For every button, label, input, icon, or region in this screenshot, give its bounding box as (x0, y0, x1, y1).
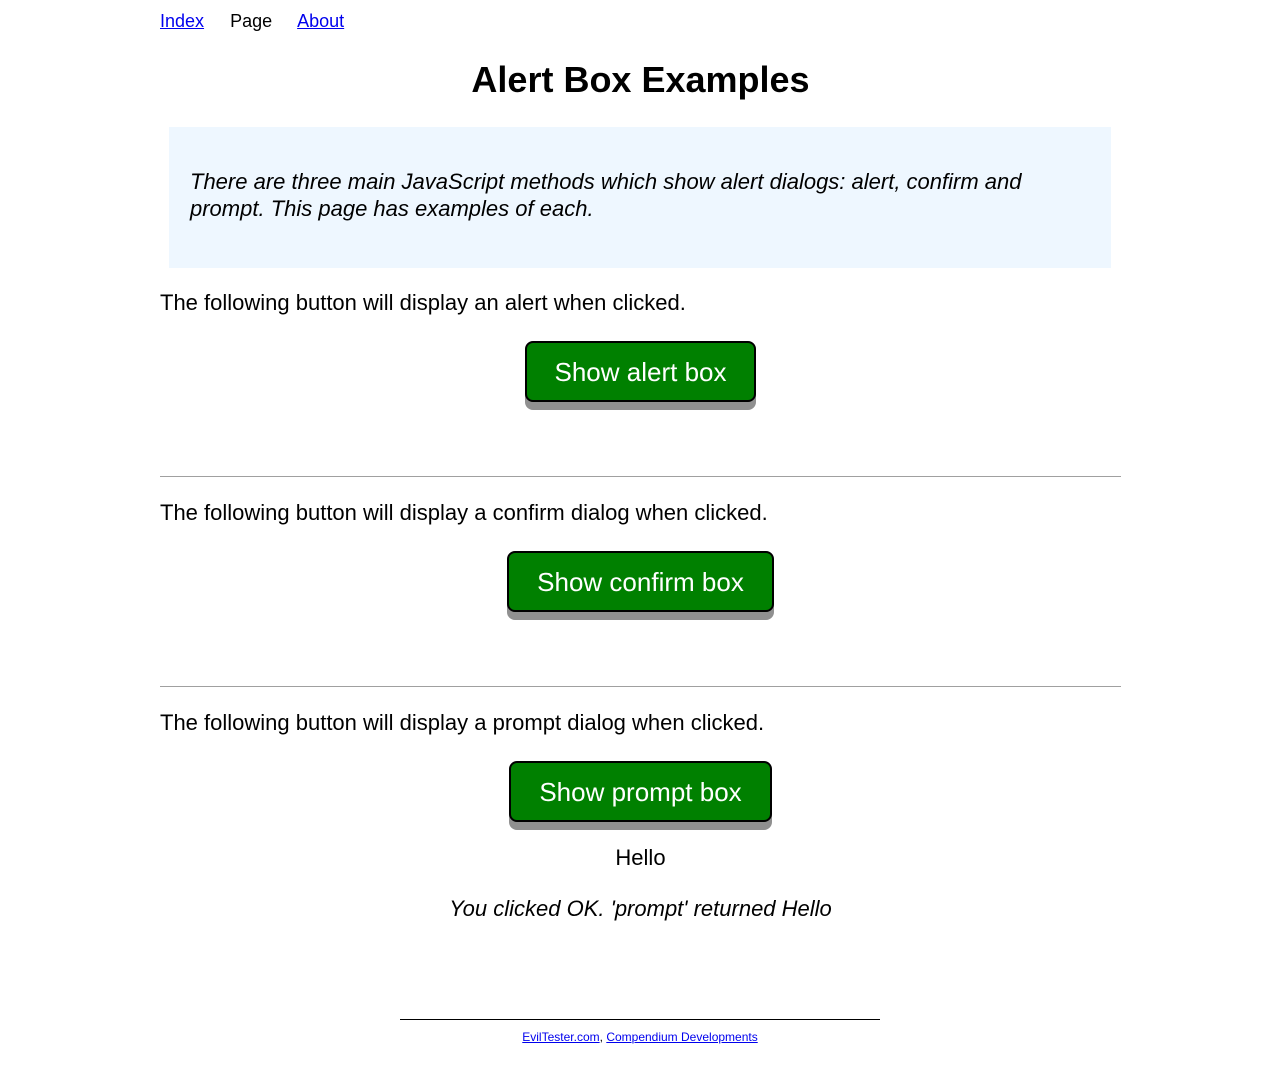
prompt-result-explanation: You clicked OK. 'prompt' returned Hello (449, 896, 832, 921)
prompt-return-value: Hello (615, 845, 666, 870)
show-alert-button[interactable]: Show alert box (524, 341, 757, 402)
explanation-box: There are three main JavaScript methods … (169, 127, 1111, 268)
nav-page-label: Page (230, 11, 273, 31)
prompt-button-wrap: Show prompt box (160, 761, 1121, 822)
alert-description: The following button will display an ale… (160, 290, 686, 315)
top-nav: Index Page About (160, 9, 365, 33)
footer: EvilTester.com, Compendium Developments (400, 1030, 880, 1044)
confirm-button-wrap: Show confirm box (160, 551, 1121, 612)
show-prompt-button[interactable]: Show prompt box (509, 761, 772, 822)
explanation-text: There are three main JavaScript methods … (190, 169, 1022, 221)
show-confirm-button[interactable]: Show confirm box (507, 551, 774, 612)
footer-separator: , (599, 1030, 603, 1044)
page-title: Alert Box Examples (471, 59, 810, 100)
confirm-description: The following button will display a conf… (160, 500, 768, 525)
section-divider (160, 686, 1121, 687)
section-divider (160, 476, 1121, 477)
nav-index-link[interactable]: Index (160, 11, 204, 31)
footer-eviltester-link[interactable]: EvilTester.com (522, 1030, 599, 1044)
alert-button-wrap: Show alert box (160, 341, 1121, 402)
footer-divider (400, 1019, 880, 1020)
nav-about-link[interactable]: About (297, 11, 344, 31)
footer-compendium-link[interactable]: Compendium Developments (606, 1030, 757, 1044)
prompt-description: The following button will display a prom… (160, 710, 765, 735)
